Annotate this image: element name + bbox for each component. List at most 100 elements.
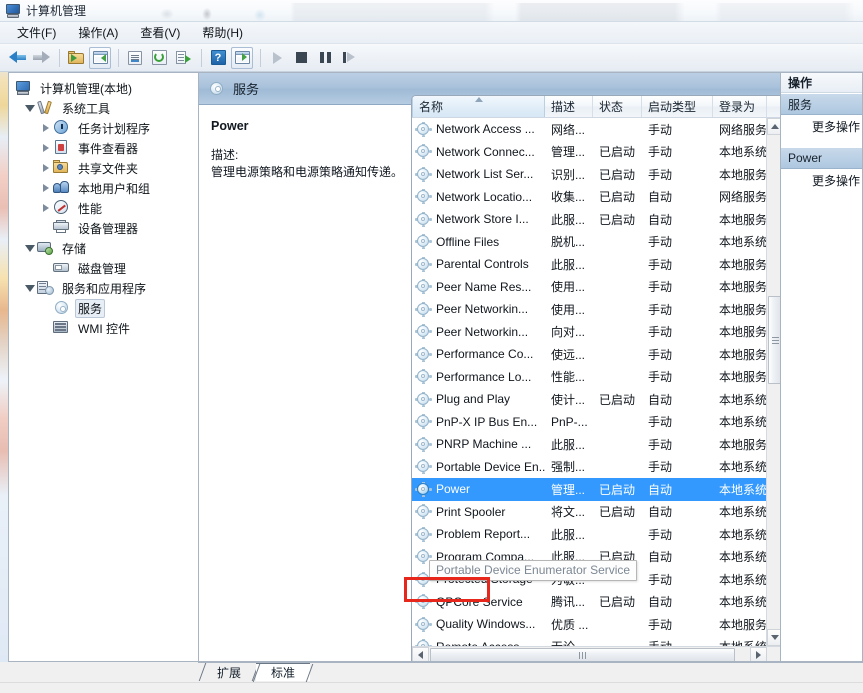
cell-startup: 自动 [648, 212, 673, 227]
toolbar: ? [0, 44, 863, 72]
tree-item-storage[interactable]: 存储 [13, 238, 198, 258]
scroll-right-button[interactable] [750, 647, 767, 661]
expander-closed-icon[interactable] [39, 178, 53, 198]
table-row[interactable]: Problem Report... 此服... 手动 本地系统 [412, 523, 767, 546]
scroll-up-button[interactable] [767, 118, 780, 135]
service-name: Peer Name Res... [436, 279, 532, 294]
table-row[interactable]: Print Spooler 将文... 已启动 自动 本地系统 [412, 501, 767, 524]
tree-item-task-scheduler[interactable]: 任务计划程序 [13, 118, 198, 138]
hscrollbar-thumb[interactable] [430, 648, 735, 661]
cell-startup: 手动 [648, 370, 673, 385]
show-console-tree-button[interactable] [89, 46, 111, 69]
table-row[interactable]: Peer Networkin... 使用... 手动 本地服务 [412, 298, 767, 321]
service-gear-icon [415, 616, 432, 632]
column-header-filler [767, 96, 780, 117]
table-row[interactable]: Power 管理... 已启动 自动 本地系统 [412, 478, 767, 501]
menu-file[interactable]: 文件(F) [8, 22, 65, 43]
restart-service-button[interactable] [338, 47, 360, 69]
cell-startup: 手动 [648, 235, 673, 250]
list-horizontal-scrollbar[interactable] [412, 646, 780, 661]
table-row[interactable]: Peer Name Res... 使用... 手动 本地服务 [412, 276, 767, 299]
cell-logon: 本地服务 [719, 302, 767, 317]
table-row[interactable]: Remote Access ...无论... 手动本地系统 [412, 636, 767, 646]
table-row[interactable]: Parental Controls 此服... 手动 本地服务 [412, 253, 767, 276]
tree-item-device-manager[interactable]: 设备管理器 [13, 218, 198, 238]
table-row[interactable]: Network Locatio... 收集... 已启动 自动 网络服务 [412, 186, 767, 209]
table-row[interactable]: PnP-X IP Bus En... PnP-... 手动 本地系统 [412, 411, 767, 434]
refresh-button[interactable] [148, 47, 170, 69]
tree-item-local-users-groups[interactable]: 本地用户和组 [13, 178, 198, 198]
column-header-name[interactable]: 名称 [412, 96, 545, 117]
column-header-description[interactable]: 描述 [545, 96, 593, 117]
table-row[interactable]: Peer Networkin... 向对... 手动 本地服务 [412, 321, 767, 344]
cell-status: 已启动 [599, 505, 636, 520]
column-header-status[interactable]: 状态 [593, 96, 642, 117]
column-header-logon-as[interactable]: 登录为 [713, 96, 767, 117]
menu-action[interactable]: 操作(A) [69, 22, 127, 43]
table-row[interactable]: Network List Ser... 识别... 已启动 手动 本地服务 [412, 163, 767, 186]
tree-label: 系统工具 [62, 101, 111, 116]
cell-startup: 手动 [648, 302, 673, 317]
table-row[interactable]: PNRP Machine ... 此服... 手动 本地服务 [412, 433, 767, 456]
menu-view[interactable]: 查看(V) [131, 22, 189, 43]
cell-name: Network Locatio... [412, 189, 545, 205]
cell-desc: 此服... [551, 437, 586, 452]
cell-logon: 本地服务 [719, 370, 767, 385]
scroll-down-button[interactable] [767, 629, 780, 646]
disk-icon [53, 260, 71, 276]
expander-closed-icon[interactable] [39, 138, 53, 158]
table-row[interactable]: Plug and Play 使计... 已启动 自动 本地系统 [412, 388, 767, 411]
up-folder-button[interactable] [65, 47, 87, 69]
title-bar: 计算机管理 [0, 0, 863, 22]
expander-open-icon[interactable] [23, 278, 37, 298]
table-row[interactable]: QPCore Service 腾讯... 已启动 自动 本地系统 [412, 591, 767, 614]
service-name: Offline Files [436, 234, 500, 249]
tree-item-services-and-applications[interactable]: 服务和应用程序 [13, 278, 198, 298]
tree-item-services[interactable]: 服务 [13, 298, 198, 318]
forward-button[interactable] [30, 47, 52, 69]
back-button[interactable] [6, 47, 28, 69]
tree-item-disk-management[interactable]: 磁盘管理 [13, 258, 198, 278]
table-row[interactable]: Quality Windows... 优质 ... 手动 本地服务 [412, 613, 767, 636]
stop-service-button[interactable] [290, 47, 312, 69]
action-more-actions-power[interactable]: 更多操作 [781, 169, 862, 191]
export-list-button[interactable] [172, 47, 194, 69]
scrollbar-thumb[interactable] [768, 296, 780, 384]
expander-closed-icon[interactable] [39, 158, 53, 178]
expander-open-icon[interactable] [23, 98, 37, 118]
list-vertical-scrollbar[interactable] [766, 118, 780, 646]
tree-item-performance[interactable]: 性能 [13, 198, 198, 218]
tree-item-event-viewer[interactable]: 事件查看器 [13, 138, 198, 158]
tree-label: 共享文件夹 [78, 161, 139, 176]
window-title: 计算机管理 [26, 4, 87, 18]
column-header-startup-type[interactable]: 启动类型 [642, 96, 713, 117]
scroll-left-button[interactable] [412, 647, 429, 661]
table-row[interactable]: Network Connec... 管理... 已启动 手动 本地系统 [412, 141, 767, 164]
console-header-title: 服务 [233, 82, 260, 97]
tree-item-wmi-control[interactable]: WMI 控件 [13, 318, 198, 338]
table-row[interactable]: Performance Lo... 性能... 手动 本地服务 [412, 366, 767, 389]
service-gear-icon [415, 459, 432, 475]
help-button[interactable]: ? [207, 47, 229, 69]
expander-open-icon[interactable] [23, 238, 37, 258]
table-row[interactable]: Portable Device En... 强制... 手动 本地系统 [412, 456, 767, 479]
properties-button[interactable] [124, 47, 146, 69]
pause-service-button[interactable] [314, 47, 336, 69]
tree-item-shared-folders[interactable]: 共享文件夹 [13, 158, 198, 178]
start-service-button[interactable] [266, 47, 288, 69]
tree-root-computer-management[interactable]: 计算机管理(本地) [13, 78, 198, 98]
table-row[interactable]: Performance Co... 使远... 手动 本地服务 [412, 343, 767, 366]
service-gear-icon [415, 144, 432, 160]
show-action-pane-button[interactable] [231, 46, 253, 69]
menu-help[interactable]: 帮助(H) [193, 22, 252, 43]
tree-item-system-tools[interactable]: 系统工具 [13, 98, 198, 118]
expander-closed-icon[interactable] [39, 198, 53, 218]
table-row[interactable]: Offline Files 脱机... 手动 本地系统 [412, 231, 767, 254]
table-row[interactable]: Network Access ... 网络... 手动 网络服务 [412, 118, 767, 141]
action-more-actions-services[interactable]: 更多操作 [781, 115, 862, 137]
service-gear-icon [415, 594, 432, 610]
table-row[interactable]: Network Store I... 此服... 已启动 自动 本地服务 [412, 208, 767, 231]
tab-extended[interactable]: 扩展 [198, 663, 260, 681]
expander-closed-icon[interactable] [39, 118, 53, 138]
tab-standard[interactable]: 标准 [252, 663, 314, 682]
